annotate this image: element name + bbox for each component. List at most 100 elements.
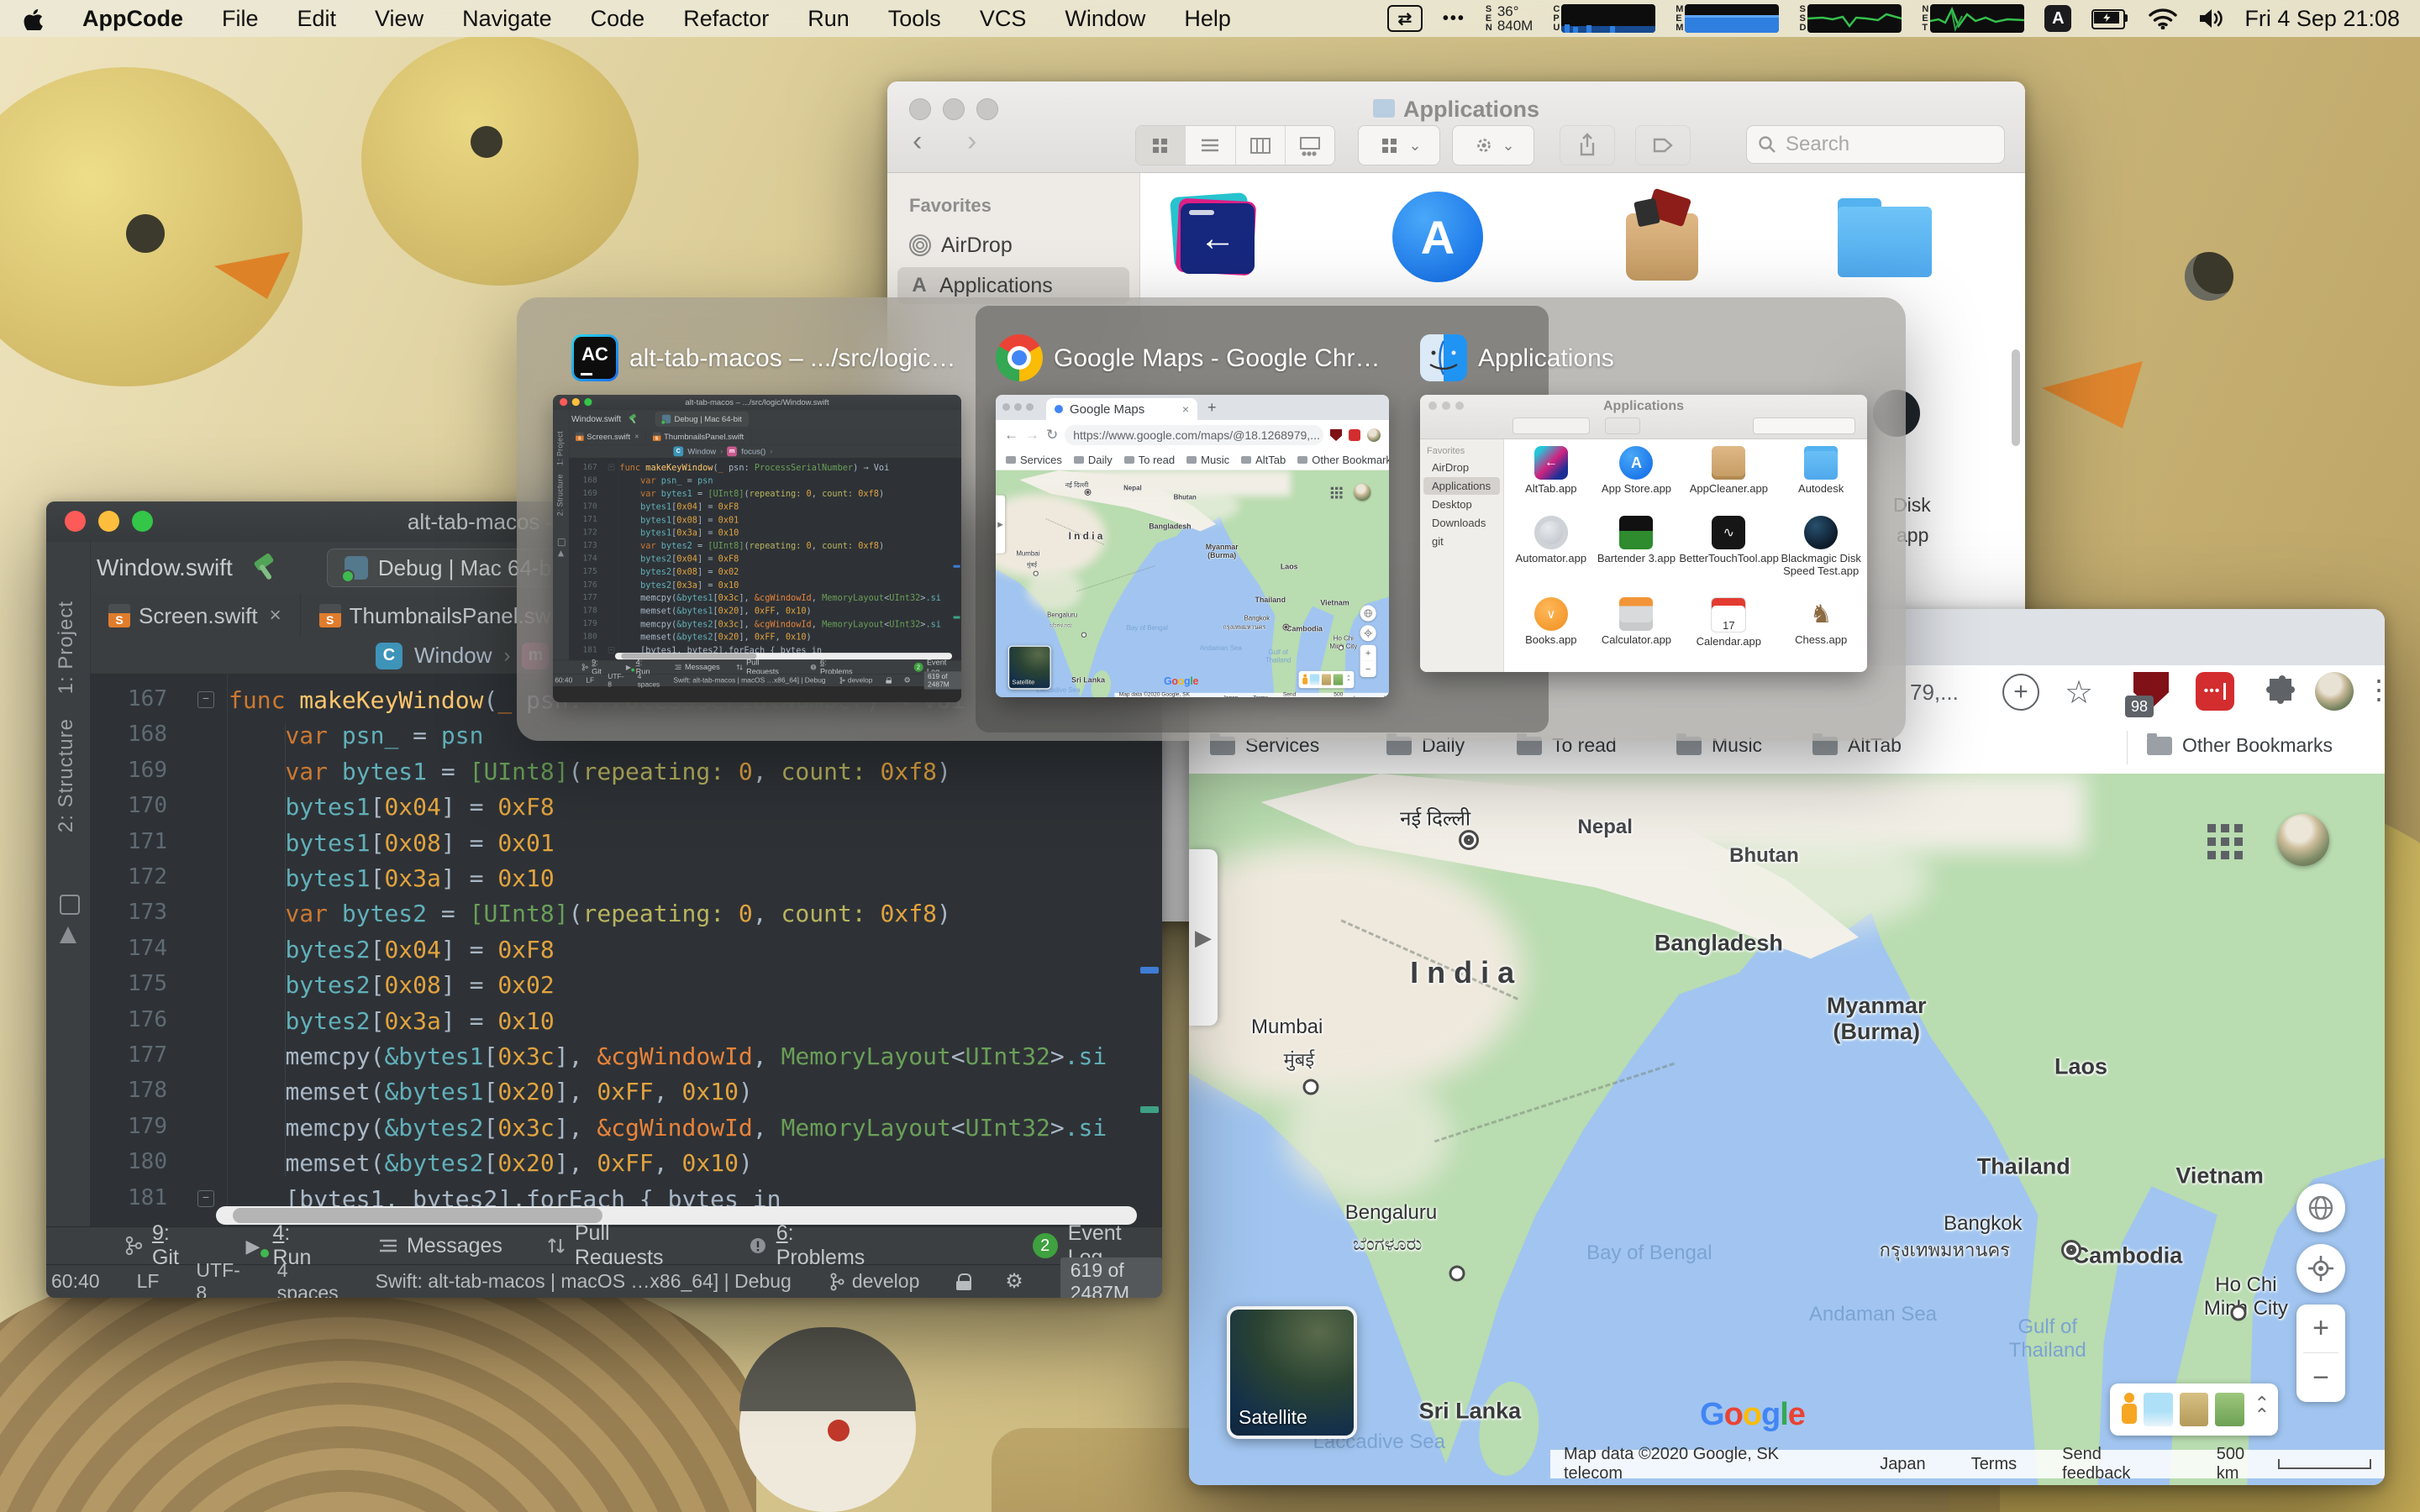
- tool-strip-structure[interactable]: 2: Structure: [55, 718, 78, 832]
- editor-hscrollbar-thumb[interactable]: [621, 653, 757, 659]
- alttab-menu-icon[interactable]: ⇄: [1386, 5, 1423, 32]
- lock-icon[interactable]: [956, 1272, 972, 1292]
- strip-icon-2[interactable]: [557, 550, 565, 557]
- appcode-app-icon[interactable]: AC: [571, 334, 618, 381]
- attribution-region[interactable]: Japan: [1880, 1455, 1926, 1474]
- wifi-icon[interactable]: [2149, 8, 2178, 30]
- status-encoding[interactable]: UTF-8: [608, 672, 623, 689]
- menu-help[interactable]: Help: [1184, 6, 1231, 32]
- editor-tab-screen-swift[interactable]: S Screen.swift ×: [569, 428, 646, 445]
- istat-mem[interactable]: MEM: [1676, 4, 1780, 33]
- google-apps-grid-icon[interactable]: [2207, 824, 2243, 859]
- finder-tag-button[interactable]: [1635, 125, 1691, 165]
- app-menu-title[interactable]: AppCode: [82, 6, 183, 32]
- map-side-panel-handle[interactable]: ▶: [996, 495, 1006, 554]
- mini-app-calendar-app[interactable]: 17 Calendar.app: [1679, 597, 1778, 665]
- menu-code[interactable]: Code: [591, 6, 645, 32]
- mini-reload-icon[interactable]: ↻: [1046, 427, 1058, 444]
- my-location-button[interactable]: [1360, 625, 1376, 642]
- istat-net[interactable]: NET: [1922, 4, 2025, 33]
- attribution-terms[interactable]: Terms: [1253, 695, 1268, 697]
- fold-marker[interactable]: −: [608, 646, 615, 654]
- map-marker-1[interactable]: [1084, 488, 1092, 496]
- mini-app-books-app[interactable]: ∨ Books.app: [1508, 597, 1594, 665]
- mini-sidebar-downloads[interactable]: Downloads: [1423, 514, 1500, 532]
- explore-globe-button[interactable]: [1360, 605, 1376, 622]
- collapse-chevrons-icon[interactable]: ⌃ ⌃: [1346, 675, 1351, 685]
- mini-app-autodesk[interactable]: Autodesk: [1778, 446, 1864, 512]
- menu-window[interactable]: Window: [1065, 6, 1145, 32]
- finder-view-columns-button[interactable]: [1236, 126, 1286, 165]
- finder-share-button[interactable]: [1560, 125, 1615, 165]
- extensions-puzzle-icon[interactable]: [2266, 675, 2298, 707]
- tool-strip-project[interactable]: 1: Project: [55, 601, 78, 694]
- mini-app-bettertouchtool-app[interactable]: ∿ BetterTouchTool.app: [1679, 515, 1779, 595]
- status-memory-indicator[interactable]: 619 of 2487M: [923, 671, 961, 690]
- toolwindow--problems[interactable]: 6: Problems: [810, 659, 861, 676]
- fold-marker[interactable]: −: [197, 691, 214, 708]
- zoom-out-button[interactable]: −: [2296, 1354, 2345, 1402]
- volume-icon[interactable]: [2197, 8, 2224, 29]
- toolwindow-messages[interactable]: Messages: [675, 663, 720, 672]
- strip-icon-1[interactable]: [60, 895, 80, 915]
- fold-marker[interactable]: −: [608, 464, 615, 471]
- istat-cpu[interactable]: CPU: [1553, 4, 1656, 33]
- tool-strip-structure[interactable]: 2: Structure: [556, 474, 565, 516]
- alttab-thumb-chrome[interactable]: Google Maps × + ← → ↻ https://www.google.com/m…: [996, 395, 1389, 697]
- istat-ssd[interactable]: SSD: [1799, 4, 1902, 33]
- mini-omnibox[interactable]: https://www.google.com/maps/@18.1268979,…: [1065, 425, 1323, 445]
- appcode-editor[interactable]: 167func makeKeyWindow(_ psn: ProcessSeri…: [569, 458, 961, 660]
- build-hammer-icon[interactable]: [628, 413, 638, 424]
- settings-gear-icon[interactable]: ⚙: [904, 676, 911, 685]
- map-marker-1[interactable]: [1458, 829, 1479, 850]
- ublock-extension-icon[interactable]: 98: [2125, 672, 2169, 717]
- editor-tab-thumbnailspanel-swift[interactable]: S ThumbnailsPanel.swift: [646, 428, 751, 445]
- input-source-icon[interactable]: A: [2044, 5, 2072, 32]
- breadcrumb-window[interactable]: Window: [687, 446, 716, 455]
- mini-app-alttab-app[interactable]: ← AltTab.app: [1508, 446, 1594, 512]
- map-marker-3[interactable]: [1081, 632, 1086, 638]
- editor-tab-screen-swift[interactable]: S Screen.swift ×: [90, 594, 301, 638]
- traffic-light-close[interactable]: [560, 398, 568, 407]
- menu-vcs[interactable]: VCS: [980, 6, 1027, 32]
- mini-app-bartender-3-app[interactable]: Bartender 3.app: [1594, 515, 1680, 595]
- finder-view-list-button[interactable]: [1186, 126, 1236, 165]
- finder-group-button[interactable]: ⌄: [1358, 125, 1440, 165]
- tool-strip-project[interactable]: 1: Project: [556, 431, 565, 465]
- alttab-thumb-appcode[interactable]: alt-tab-macos – .../src/logic/Window.swi…: [553, 395, 961, 702]
- finder-back-button[interactable]: ‹: [913, 125, 922, 158]
- map-side-panel-handle[interactable]: ▶: [1189, 849, 1218, 1026]
- appcode-editor[interactable]: 167func makeKeyWindow(_ psn: ProcessSeri…: [90, 675, 1162, 1226]
- map-marker-4[interactable]: [1282, 623, 1290, 631]
- app-icon-alttab[interactable]: ←: [1164, 190, 1263, 284]
- mini-bookmark[interactable]: AltTab: [1241, 454, 1286, 466]
- menu-run[interactable]: Run: [808, 6, 850, 32]
- menu-file[interactable]: File: [222, 6, 259, 32]
- status-line-endings[interactable]: LF: [586, 676, 594, 685]
- collapse-chevrons-icon[interactable]: ⌃ ⌃: [2254, 1394, 2270, 1425]
- imagery-thumb-green[interactable]: [1333, 674, 1344, 685]
- build-hammer-icon[interactable]: [251, 552, 280, 582]
- status-memory-indicator[interactable]: 619 of 2487M: [1060, 1257, 1162, 1298]
- alttab-thumb-finder[interactable]: Applications Favorites AirDrop Applications…: [1420, 395, 1867, 672]
- toolwindow-pull-requests[interactable]: Pull Requests: [736, 659, 794, 676]
- imagery-thumb-green[interactable]: [2215, 1393, 2244, 1426]
- zoom-in-button[interactable]: +: [2296, 1305, 2345, 1352]
- mini-bookmark[interactable]: Services: [1006, 454, 1062, 466]
- google-apps-grid-icon[interactable]: [1330, 486, 1343, 499]
- imagery-thumb-sky[interactable]: [1309, 674, 1320, 685]
- lock-icon[interactable]: [886, 676, 892, 684]
- tab-close-icon[interactable]: ×: [270, 604, 281, 627]
- app-icon-appstore[interactable]: A: [1392, 192, 1483, 282]
- bookmark-star-icon[interactable]: ☆: [2065, 674, 2093, 711]
- map-account-avatar[interactable]: [2277, 814, 2329, 866]
- mini-app-automator-app[interactable]: Automator.app: [1508, 515, 1594, 595]
- mini-bookmark[interactable]: Music: [1186, 454, 1229, 466]
- imagery-thumb-sky[interactable]: [2144, 1393, 2173, 1426]
- apple-menu-icon[interactable]: [24, 7, 44, 30]
- attribution-terms[interactable]: Terms: [1971, 1455, 2017, 1474]
- mini-forward-icon[interactable]: →: [1025, 427, 1039, 444]
- finder-view-gallery-button[interactable]: [1286, 126, 1334, 165]
- mini-tab[interactable]: Google Maps ×: [1046, 398, 1197, 420]
- status-git-branch[interactable]: develop: [829, 1270, 919, 1293]
